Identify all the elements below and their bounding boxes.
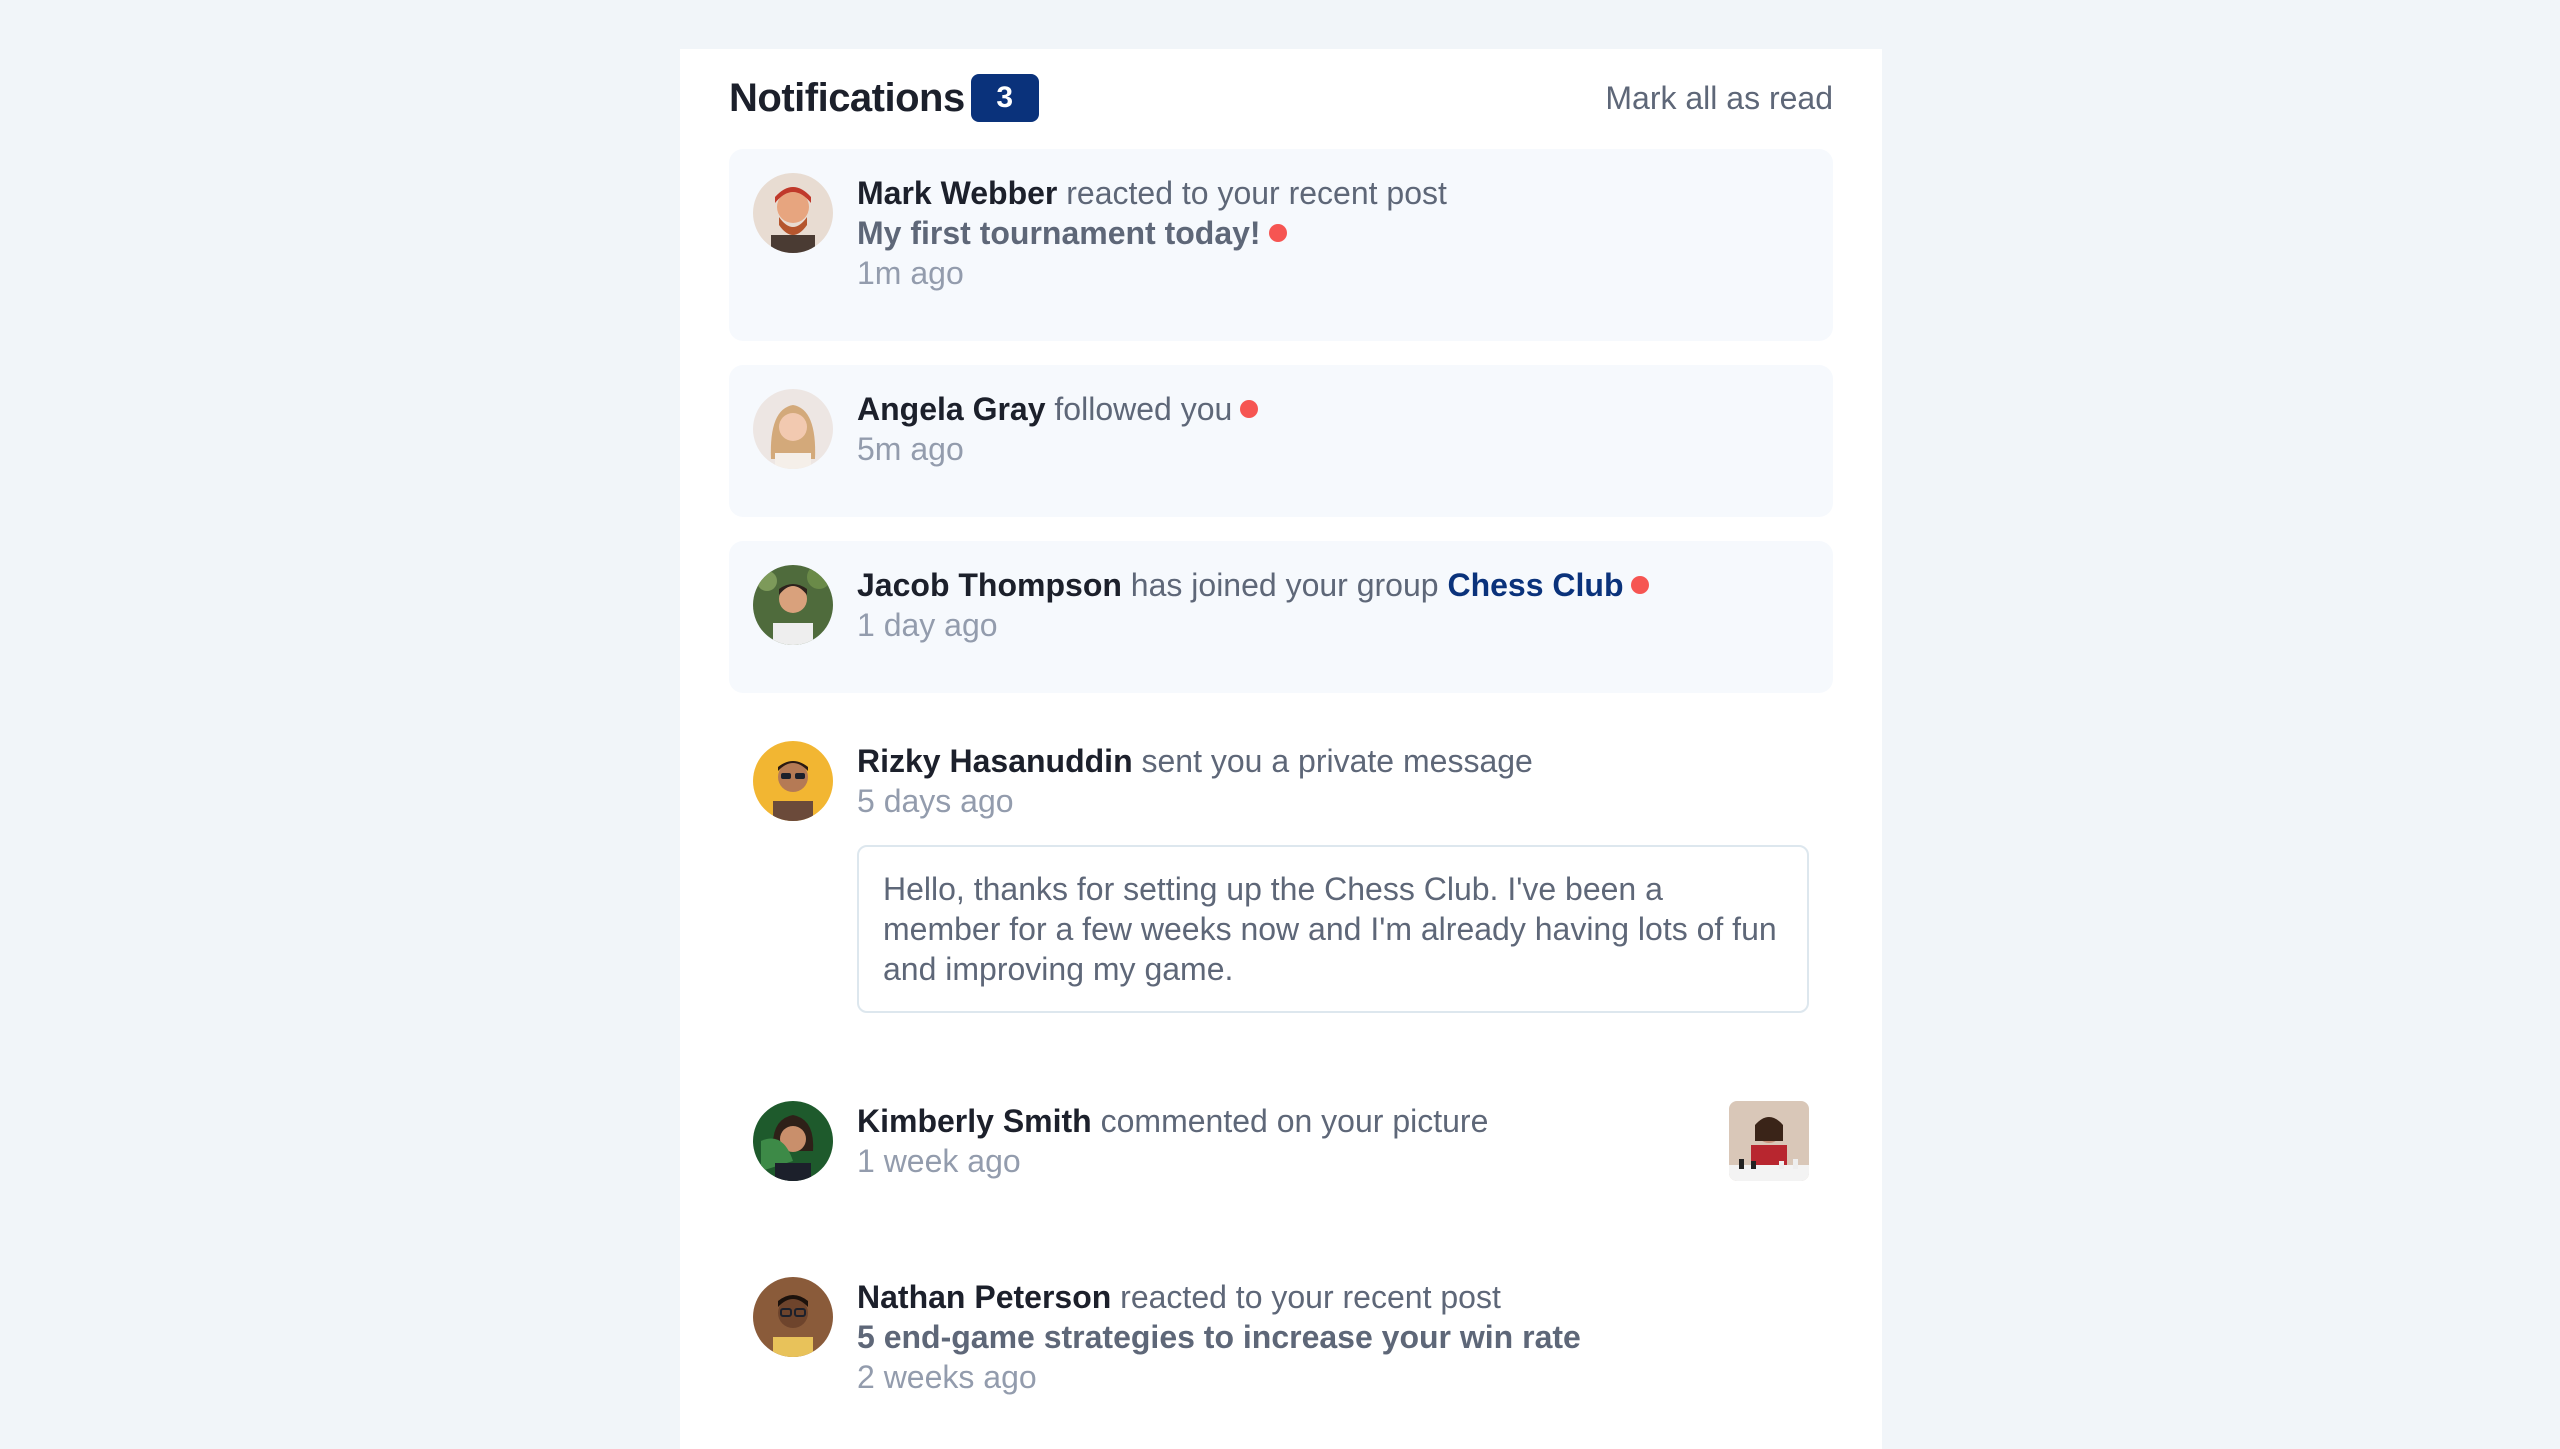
- notifications-panel: Notifications 3 Mark all as read Mark We…: [680, 49, 1882, 1449]
- avatar-angela-gray[interactable]: [753, 389, 833, 469]
- notification-text: Rizky Hasanuddin sent you a private mess…: [857, 741, 1809, 781]
- red-dot-icon: [1268, 224, 1287, 242]
- notification-text: Mark Webber reacted to your recent post …: [857, 173, 1809, 253]
- page-title: Notifications: [729, 75, 965, 120]
- red-dot-icon: [1240, 400, 1259, 418]
- notification-text: Nathan Peterson reacted to your recent p…: [857, 1277, 1809, 1357]
- notification-item[interactable]: Angela Gray followed you 5m ago: [729, 365, 1833, 517]
- unread-count-badge: 3: [970, 74, 1039, 122]
- avatar-jacob-thompson[interactable]: [753, 565, 833, 645]
- user-name[interactable]: Angela Gray: [857, 391, 1046, 427]
- notifications-header: Notifications 3 Mark all as read: [729, 49, 1833, 147]
- notification-time: 5m ago: [857, 431, 964, 467]
- post-title-link[interactable]: My first tournament today!: [857, 215, 1261, 251]
- avatar-kimberly-smith[interactable]: [753, 1101, 833, 1181]
- private-message-preview[interactable]: Hello, thanks for setting up the Chess C…: [857, 845, 1809, 1013]
- red-dot-icon: [1631, 576, 1650, 594]
- avatar-mark-webber[interactable]: [753, 173, 833, 253]
- notification-action: commented on your picture: [1100, 1103, 1489, 1139]
- group-link-chess-club[interactable]: Chess Club: [1447, 567, 1623, 603]
- notification-list: Mark Webber reacted to your recent post …: [729, 147, 1833, 1445]
- notification-action: reacted to your recent post: [1066, 175, 1447, 211]
- user-name[interactable]: Mark Webber: [857, 175, 1057, 211]
- notification-time: 1m ago: [857, 255, 964, 291]
- post-title-link[interactable]: 5 end-game strategies to increase your w…: [857, 1319, 1581, 1355]
- notification-item[interactable]: Kimberly Smith commented on your picture…: [729, 1077, 1833, 1229]
- user-name[interactable]: Jacob Thompson: [857, 567, 1122, 603]
- chess-picture-thumbnail[interactable]: [1729, 1101, 1809, 1181]
- notification-time: 1 day ago: [857, 607, 998, 643]
- avatar-rizky-hasanuddin[interactable]: [753, 741, 833, 821]
- user-name[interactable]: Nathan Peterson: [857, 1279, 1111, 1315]
- notification-item[interactable]: Rizky Hasanuddin sent you a private mess…: [729, 717, 1833, 1053]
- notification-action: has joined your group: [1130, 567, 1439, 603]
- user-name[interactable]: Rizky Hasanuddin: [857, 743, 1133, 779]
- mark-all-as-read-button[interactable]: Mark all as read: [1605, 80, 1833, 117]
- notification-action: reacted to your recent post: [1120, 1279, 1501, 1315]
- notification-action: followed you: [1054, 391, 1233, 427]
- title-wrap: Notifications 3: [729, 74, 1039, 122]
- notification-action: sent you a private message: [1141, 743, 1533, 779]
- notification-item[interactable]: Mark Webber reacted to your recent post …: [729, 149, 1833, 341]
- notification-text: Jacob Thompson has joined your group Che…: [857, 565, 1809, 605]
- notification-time: 1 week ago: [857, 1143, 1021, 1179]
- notification-text: Angela Gray followed you: [857, 389, 1809, 429]
- notification-text: Kimberly Smith commented on your picture: [857, 1101, 1809, 1141]
- avatar-nathan-peterson[interactable]: [753, 1277, 833, 1357]
- notification-time: 5 days ago: [857, 783, 1014, 819]
- notification-item[interactable]: Nathan Peterson reacted to your recent p…: [729, 1253, 1833, 1445]
- user-name[interactable]: Kimberly Smith: [857, 1103, 1092, 1139]
- notification-item[interactable]: Jacob Thompson has joined your group Che…: [729, 541, 1833, 693]
- notification-time: 2 weeks ago: [857, 1359, 1037, 1395]
